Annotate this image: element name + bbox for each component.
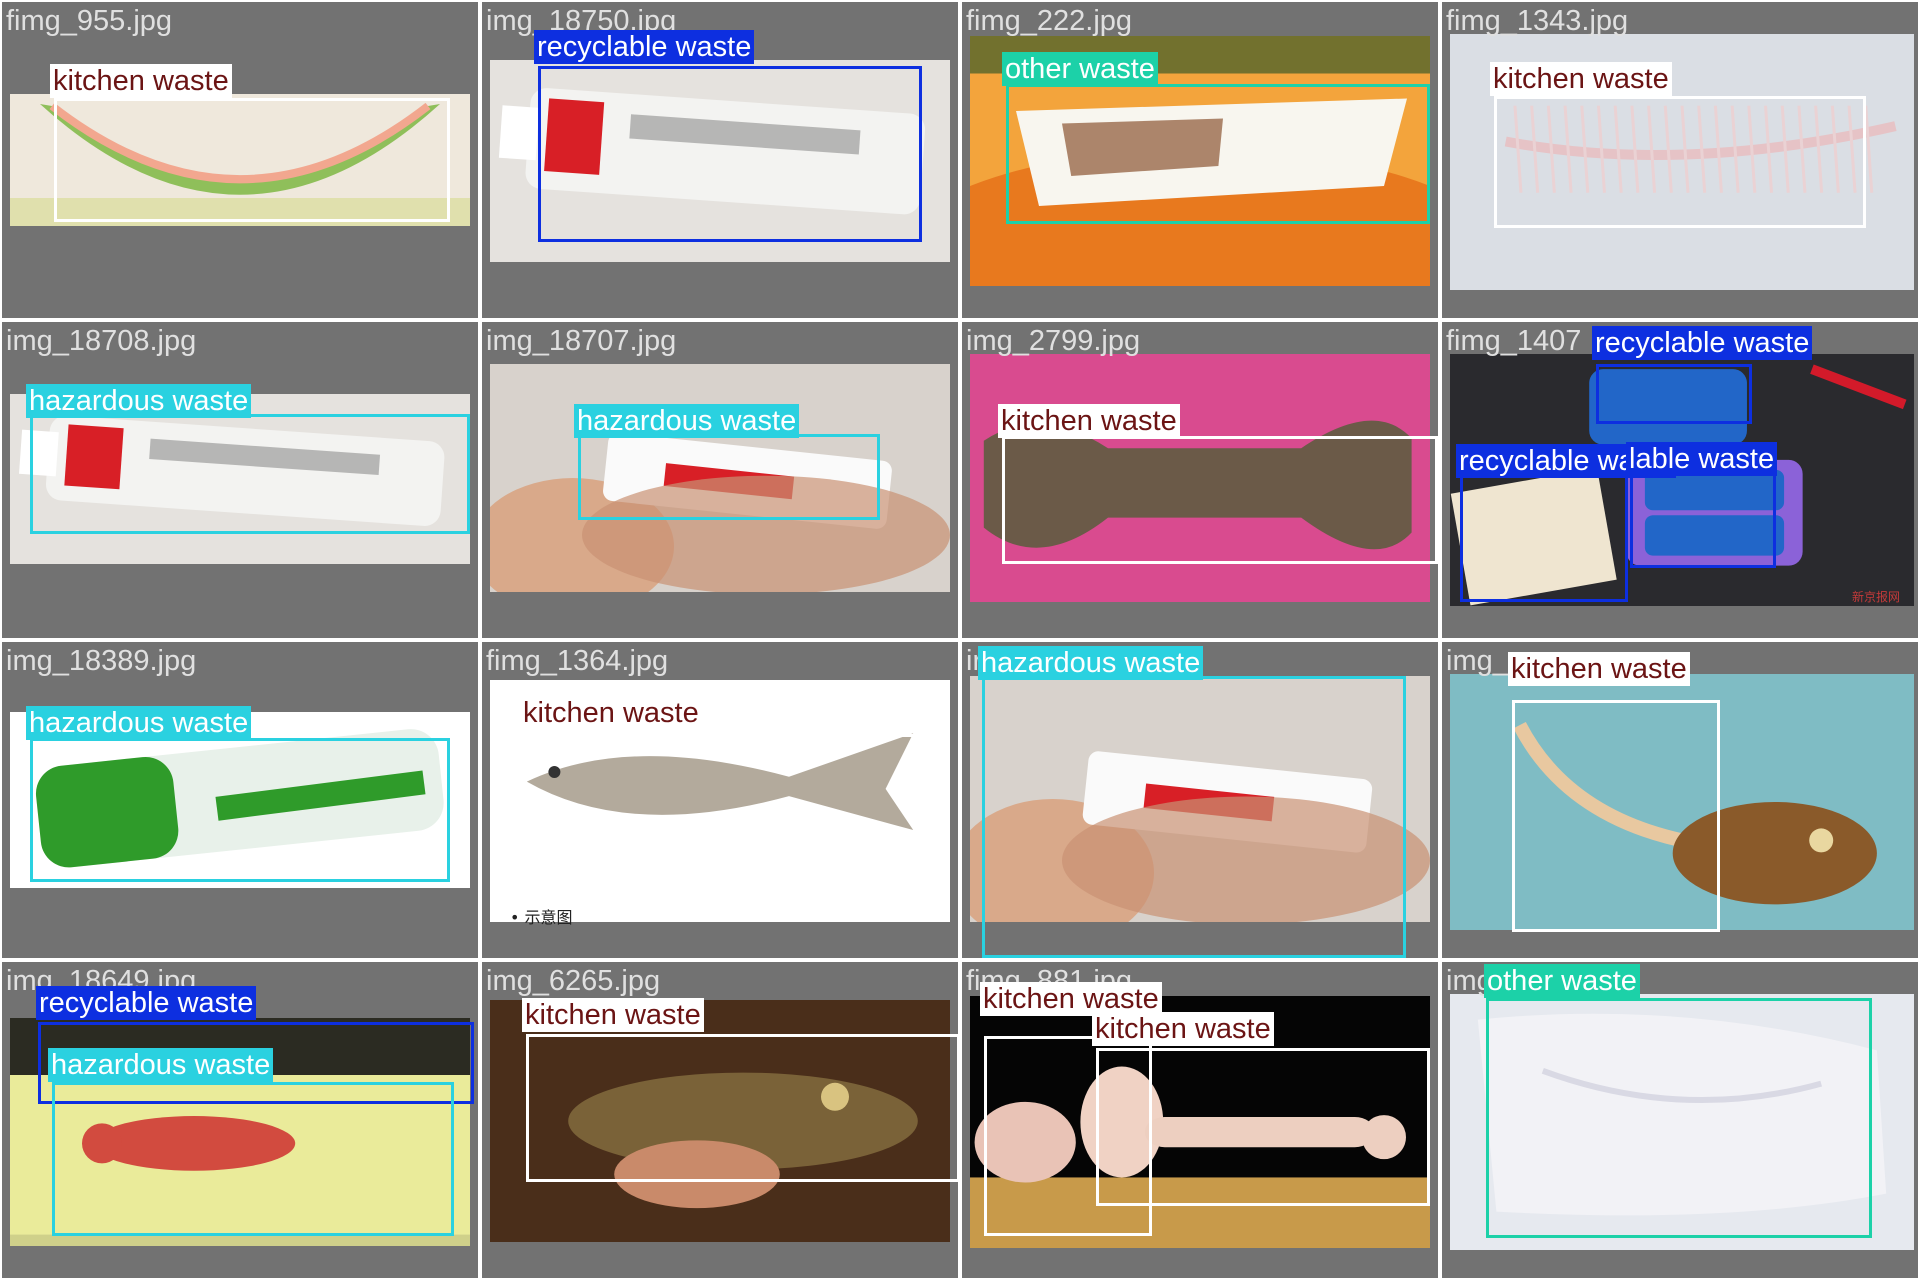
image-tile: img_18707.jpg hazardous waste [482, 322, 958, 638]
image-tile: fimg_881.jpg kitchen waste kitchen waste [962, 962, 1438, 1278]
image-tile: ir hazardous waste [962, 642, 1438, 958]
detection-label: kitchen waste [998, 404, 1180, 438]
image-tile: img_ kitchen waste [1442, 642, 1918, 958]
image-tile: img_6265.jpg kitchen waste [482, 962, 958, 1278]
bounding-box [54, 98, 450, 222]
image-filename: img_18708.jpg [6, 325, 197, 357]
bounding-box [982, 676, 1406, 958]
image-tile: img_18708.jpg hazardous waste [2, 322, 478, 638]
image-filename: img_6265.jpg [486, 965, 661, 997]
image-watermark: 新京报网 [1852, 590, 1901, 604]
detection-label: kitchen waste [520, 696, 702, 730]
detection-label: recyclable waste [534, 30, 755, 64]
bounding-box [1512, 700, 1720, 932]
image-filename: fimg_1343.jpg [1446, 5, 1629, 37]
image-filename: fimg_1364.jpg [486, 645, 669, 677]
image-filename: img_ [1446, 645, 1509, 677]
bounding-box [578, 434, 880, 520]
bounding-box [30, 738, 450, 882]
detection-label: recyclable waste [1592, 326, 1813, 360]
detection-grid: fimg_955.jpgkitchen waste img_18750.jpg r… [0, 0, 1920, 1280]
image-tile: img_2799.jpgkitchen waste [962, 322, 1438, 638]
detection-label: kitchen waste [980, 982, 1162, 1016]
bounding-box [1002, 436, 1438, 564]
detection-label: hazardous waste [574, 404, 800, 438]
image-tile: img_18389.jpg hazardous waste [2, 642, 478, 958]
image-filename: fimg_955.jpg [6, 5, 173, 37]
bounding-box [1486, 998, 1872, 1238]
detection-label: other waste [1002, 52, 1158, 86]
image-tile: fimg_955.jpgkitchen waste [2, 2, 478, 318]
detection-label: kitchen waste [50, 64, 232, 98]
detection-label: kitchen waste [1508, 652, 1690, 686]
bounding-box [30, 414, 470, 534]
detection-label: recyclable waste [36, 986, 257, 1020]
image-filename: img_18389.jpg [6, 645, 197, 677]
detection-label: hazardous waste [48, 1048, 274, 1082]
bounding-box [538, 66, 922, 242]
bounding-box [526, 1034, 958, 1182]
image-filename: img_18707.jpg [486, 325, 677, 357]
image-filename: img_2799.jpg [966, 325, 1141, 357]
image-filename: fimg_222.jpg [966, 5, 1133, 37]
image-tile: fimg_1364.jpgkitchen waste • 示意图 [482, 642, 958, 958]
detection-label: kitchen waste [1490, 62, 1672, 96]
detection-label: kitchen waste [522, 998, 704, 1032]
detection-label: lable waste [1626, 442, 1778, 476]
bounding-box [52, 1082, 454, 1236]
detection-label: hazardous waste [26, 706, 252, 740]
image-tile: img_18649.jpg recyclable waste hazardous w… [2, 962, 478, 1278]
detection-label: hazardous waste [26, 384, 252, 418]
bounding-box [524, 734, 936, 858]
detection-label: other waste [1484, 964, 1640, 998]
image-tile: fimg_1343.jpgkitchen waste [1442, 2, 1918, 318]
bounding-box [1006, 84, 1430, 224]
image-tile: fimg_222.jpgother waste [962, 2, 1438, 318]
bounding-box [1096, 1048, 1430, 1206]
image-caption: • 示意图 [510, 908, 573, 927]
image-tile: fimg_1407 recyclable waste recyclable wast… [1442, 322, 1918, 638]
bounding-box [1596, 364, 1752, 424]
image-tile: img other waste [1442, 962, 1918, 1278]
detection-label: kitchen waste [1092, 1012, 1274, 1046]
bounding-box [1494, 96, 1866, 228]
bounding-box [1460, 470, 1628, 602]
detection-label: hazardous waste [978, 646, 1204, 680]
image-filename: fimg_1407 [1446, 325, 1582, 357]
image-tile: img_18750.jpg recyclable waste [482, 2, 958, 318]
